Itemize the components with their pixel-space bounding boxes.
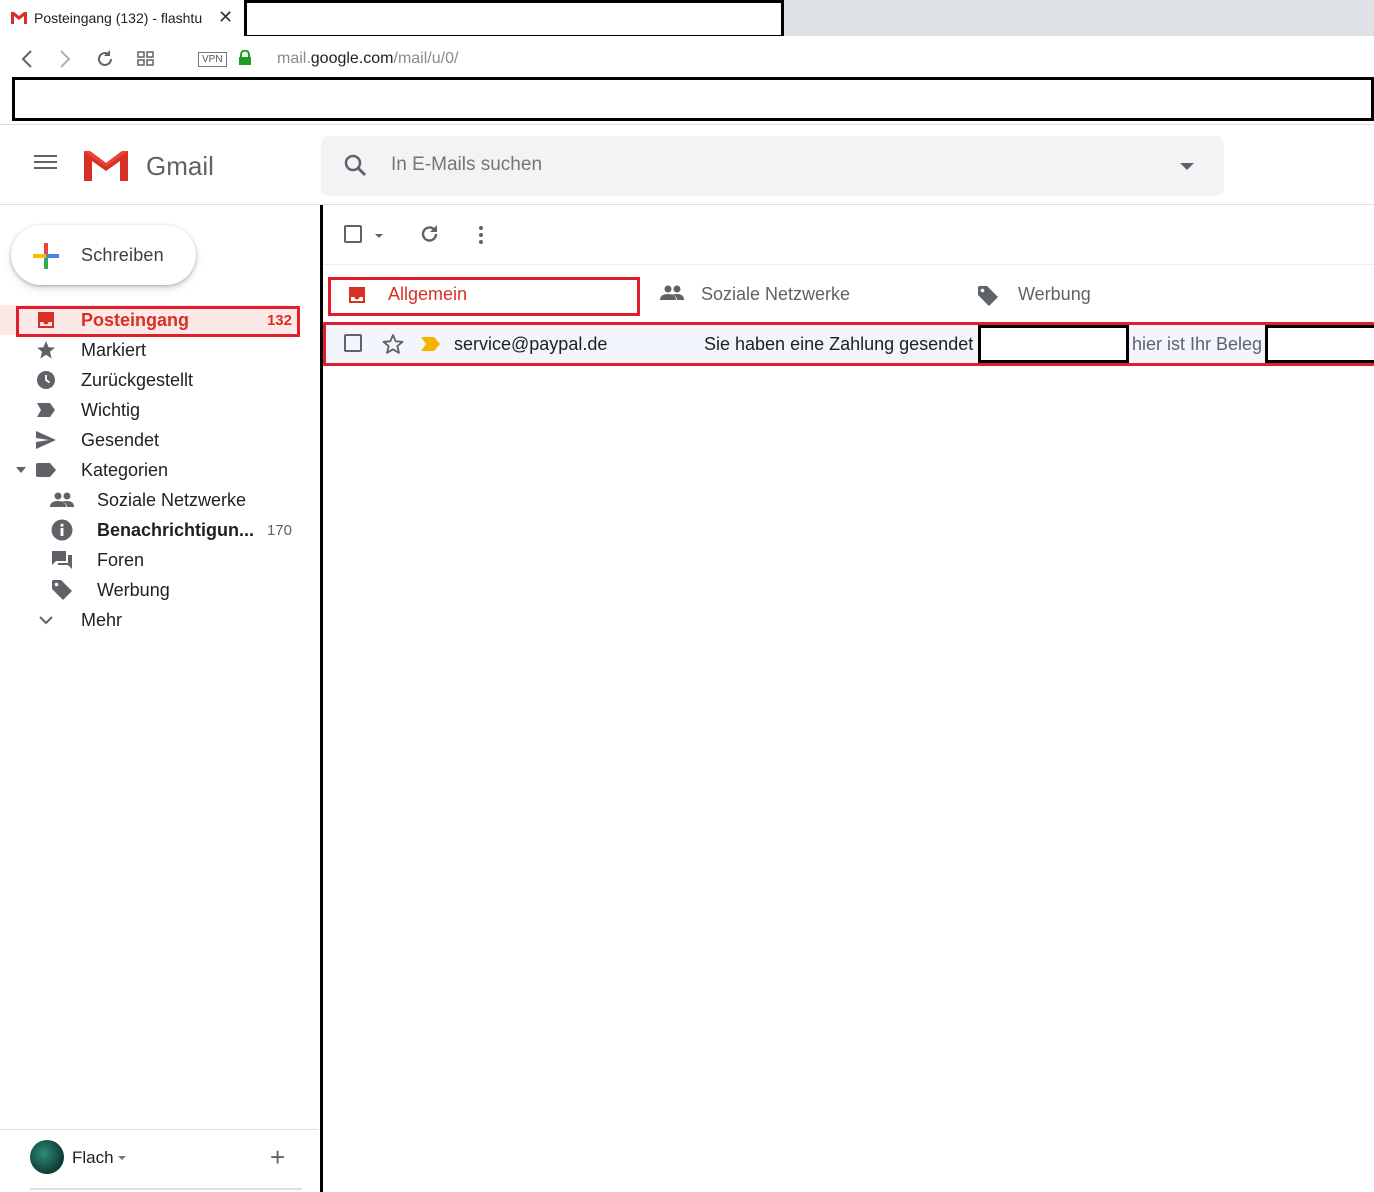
sidebar-item-label: Posteingang [81, 310, 190, 330]
important-marker-icon[interactable] [420, 336, 442, 352]
back-icon[interactable] [14, 46, 40, 72]
sidebar-item-forums[interactable]: Foren [0, 545, 320, 575]
sidebar-item-label: Wichtig [81, 400, 141, 420]
sidebar-item-inbox[interactable]: Posteingang 132 [0, 305, 300, 335]
clock-icon [34, 370, 58, 390]
sidebar-item-label: Kategorien [81, 460, 169, 480]
send-icon [34, 430, 58, 450]
sidebar-item-label: Benachrichtigun... [97, 520, 255, 540]
unread-count: 132 [266, 312, 292, 329]
url-text[interactable]: mail.google.com/mail/u/0/ [277, 50, 458, 68]
compose-button[interactable]: Schreiben [11, 225, 196, 285]
browser-tab-bar: Posteingang (132) - flashtu ✕ [0, 0, 1374, 38]
divider [30, 1188, 302, 1190]
gmail-logo-text[interactable]: Gmail [146, 151, 214, 182]
gmail-header: Gmail [0, 124, 1374, 205]
inbox-icon [347, 285, 367, 310]
sidebar-item-updates[interactable]: Benachrichtigun... 170 [0, 515, 320, 545]
select-all-checkbox[interactable] [344, 225, 362, 243]
label-icon [34, 460, 58, 480]
sidebar-item-label: Soziale Netzwerke [97, 490, 247, 510]
hangouts-footer: Flach + [0, 1129, 318, 1192]
tab-label: Soziale Netzwerke [701, 284, 851, 304]
category-tabs: Allgemein Soziale Netzwerke Werbung [323, 265, 1374, 323]
sidebar-item-starred[interactable]: Markiert [0, 335, 320, 365]
browser-tab[interactable]: Posteingang (132) - flashtu ✕ [0, 0, 244, 36]
close-icon[interactable]: ✕ [218, 8, 236, 26]
compose-label: Schreiben [81, 245, 164, 265]
add-icon[interactable]: + [270, 1144, 285, 1170]
redacted-area [978, 325, 1129, 363]
url-domain: google.com [310, 50, 394, 67]
reload-icon[interactable] [92, 46, 118, 72]
redacted-area [1265, 325, 1374, 363]
redacted-area [244, 0, 784, 38]
sidebar-item-label: Werbung [97, 580, 170, 600]
sidebar-item-label: Zurückgestellt [81, 370, 194, 390]
sidebar-item-important[interactable]: Wichtig [0, 395, 320, 425]
speed-dial-icon[interactable] [133, 46, 159, 72]
tab-social[interactable]: Soziale Netzwerke [640, 265, 957, 323]
sidebar-item-snoozed[interactable]: Zurückgestellt [0, 365, 320, 395]
sidebar-item-more[interactable]: Mehr [0, 605, 320, 635]
info-icon [50, 519, 74, 541]
avatar[interactable] [30, 1140, 64, 1174]
email-sender: service@paypal.de [454, 334, 608, 354]
vpn-badge[interactable]: VPN [198, 52, 227, 67]
people-icon [50, 490, 74, 510]
email-row[interactable]: service@paypal.de Sie haben eine Zahlung… [323, 322, 1374, 366]
search-bar[interactable] [321, 136, 1224, 196]
compose-plus-icon [33, 243, 59, 269]
expand-caret-icon[interactable] [16, 467, 26, 473]
chevron-down-icon [34, 610, 58, 630]
toolbar [323, 205, 1374, 265]
star-outline-icon[interactable] [382, 333, 404, 355]
browser-tab-title: Posteingang (132) - flashtu [34, 10, 203, 26]
search-icon[interactable] [343, 153, 369, 179]
sidebar-item-promotions[interactable]: Werbung [0, 575, 320, 605]
search-options-icon[interactable] [1180, 163, 1194, 170]
lock-icon[interactable] [238, 50, 252, 66]
email-snippet: hier ist Ihr Beleg [1132, 334, 1263, 354]
sidebar: Schreiben Posteingang 132 Markiert Zurüc… [0, 205, 320, 1192]
tag-icon [977, 285, 999, 312]
sidebar-item-sent[interactable]: Gesendet [0, 425, 320, 455]
tab-label: Allgemein [388, 284, 468, 304]
sidebar-item-label: Mehr [81, 610, 123, 630]
sidebar-item-label: Gesendet [81, 430, 160, 450]
forward-icon[interactable] [52, 46, 78, 72]
tab-primary[interactable]: Allgemein [327, 265, 640, 323]
tag-icon [50, 580, 74, 600]
url-path: /mail/u/0/ [393, 50, 459, 67]
main-menu-button[interactable] [22, 151, 70, 181]
account-name[interactable]: Flach [72, 1148, 114, 1168]
people-icon [660, 285, 684, 306]
redacted-area [12, 77, 1374, 121]
row-checkbox[interactable] [344, 334, 362, 352]
forum-icon [50, 550, 74, 570]
important-icon [34, 400, 58, 420]
select-dropdown-icon[interactable] [375, 234, 383, 238]
main-panel: Allgemein Soziale Netzwerke Werbung serv… [320, 205, 1374, 1192]
address-bar: VPN mail.google.com/mail/u/0/ [0, 36, 1374, 124]
gmail-logo-icon[interactable] [82, 147, 130, 183]
tab-label: Werbung [1018, 284, 1091, 304]
refresh-icon[interactable] [419, 223, 441, 245]
search-input[interactable] [391, 154, 1091, 176]
sidebar-item-label: Markiert [81, 340, 147, 360]
star-icon [34, 340, 58, 360]
inbox-icon [34, 310, 58, 330]
unread-count: 170 [266, 522, 292, 539]
email-subject: Sie haben eine Zahlung gesendet - [704, 334, 985, 354]
sidebar-item-categories[interactable]: Kategorien [0, 455, 320, 485]
tab-promotions[interactable]: Werbung [957, 265, 1274, 323]
more-vert-icon[interactable] [478, 225, 484, 245]
sidebar-item-social[interactable]: Soziale Netzwerke [0, 485, 320, 515]
url-prefix: mail. [277, 50, 311, 67]
sidebar-item-label: Foren [97, 550, 145, 570]
gmail-favicon-icon [11, 12, 27, 24]
sidebar-nav: Posteingang 132 Markiert Zurückgestellt … [0, 305, 320, 635]
account-caret-icon[interactable] [118, 1156, 126, 1160]
